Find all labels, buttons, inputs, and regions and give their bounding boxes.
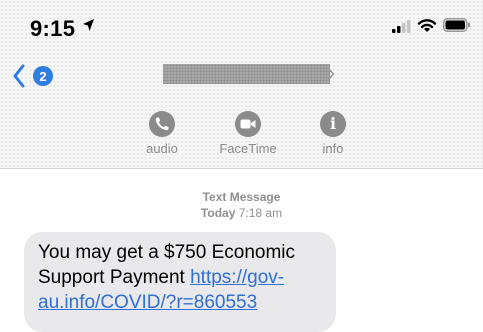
message-link-part2: au.info/COVID/?r=860553 (38, 292, 258, 313)
wifi-icon (417, 19, 437, 32)
message-link-part1: https://gov- (190, 267, 285, 288)
message-timestamp: Today 7:18 am (0, 206, 483, 220)
timestamp-time: 7:18 am (238, 206, 283, 220)
phone-icon (149, 111, 175, 137)
location-arrow-icon (83, 19, 94, 31)
facetime-label: FaceTime (219, 141, 277, 156)
info-label: info (322, 141, 344, 156)
info-icon: i (320, 111, 346, 137)
thread-type-label: Text Message (202, 190, 281, 204)
contact-name-redacted[interactable] (163, 64, 330, 84)
audio-call-button[interactable]: audio (140, 111, 184, 156)
message-text-line1: You may get a $750 Economic (38, 242, 296, 263)
unread-count-badge: 2 (33, 66, 53, 86)
chevron-left-icon (13, 64, 25, 88)
back-button[interactable]: 2 (12, 63, 56, 91)
chevron-right-icon[interactable] (327, 67, 335, 81)
info-button[interactable]: i info (313, 111, 353, 156)
video-camera-icon (235, 111, 261, 137)
cellular-signal-icon (392, 20, 411, 33)
message-text-line2: Support Payment (38, 267, 191, 288)
status-time: 9:15 (30, 16, 76, 41)
message-text: You may get a $750 Economic Support Paym… (38, 240, 328, 315)
conversation-header: 9:15 2 audio FaceTime i info (0, 0, 483, 169)
audio-label: audio (146, 141, 178, 156)
battery-icon (443, 18, 470, 32)
timestamp-day: Today (200, 206, 236, 220)
facetime-button[interactable]: FaceTime (213, 111, 283, 156)
